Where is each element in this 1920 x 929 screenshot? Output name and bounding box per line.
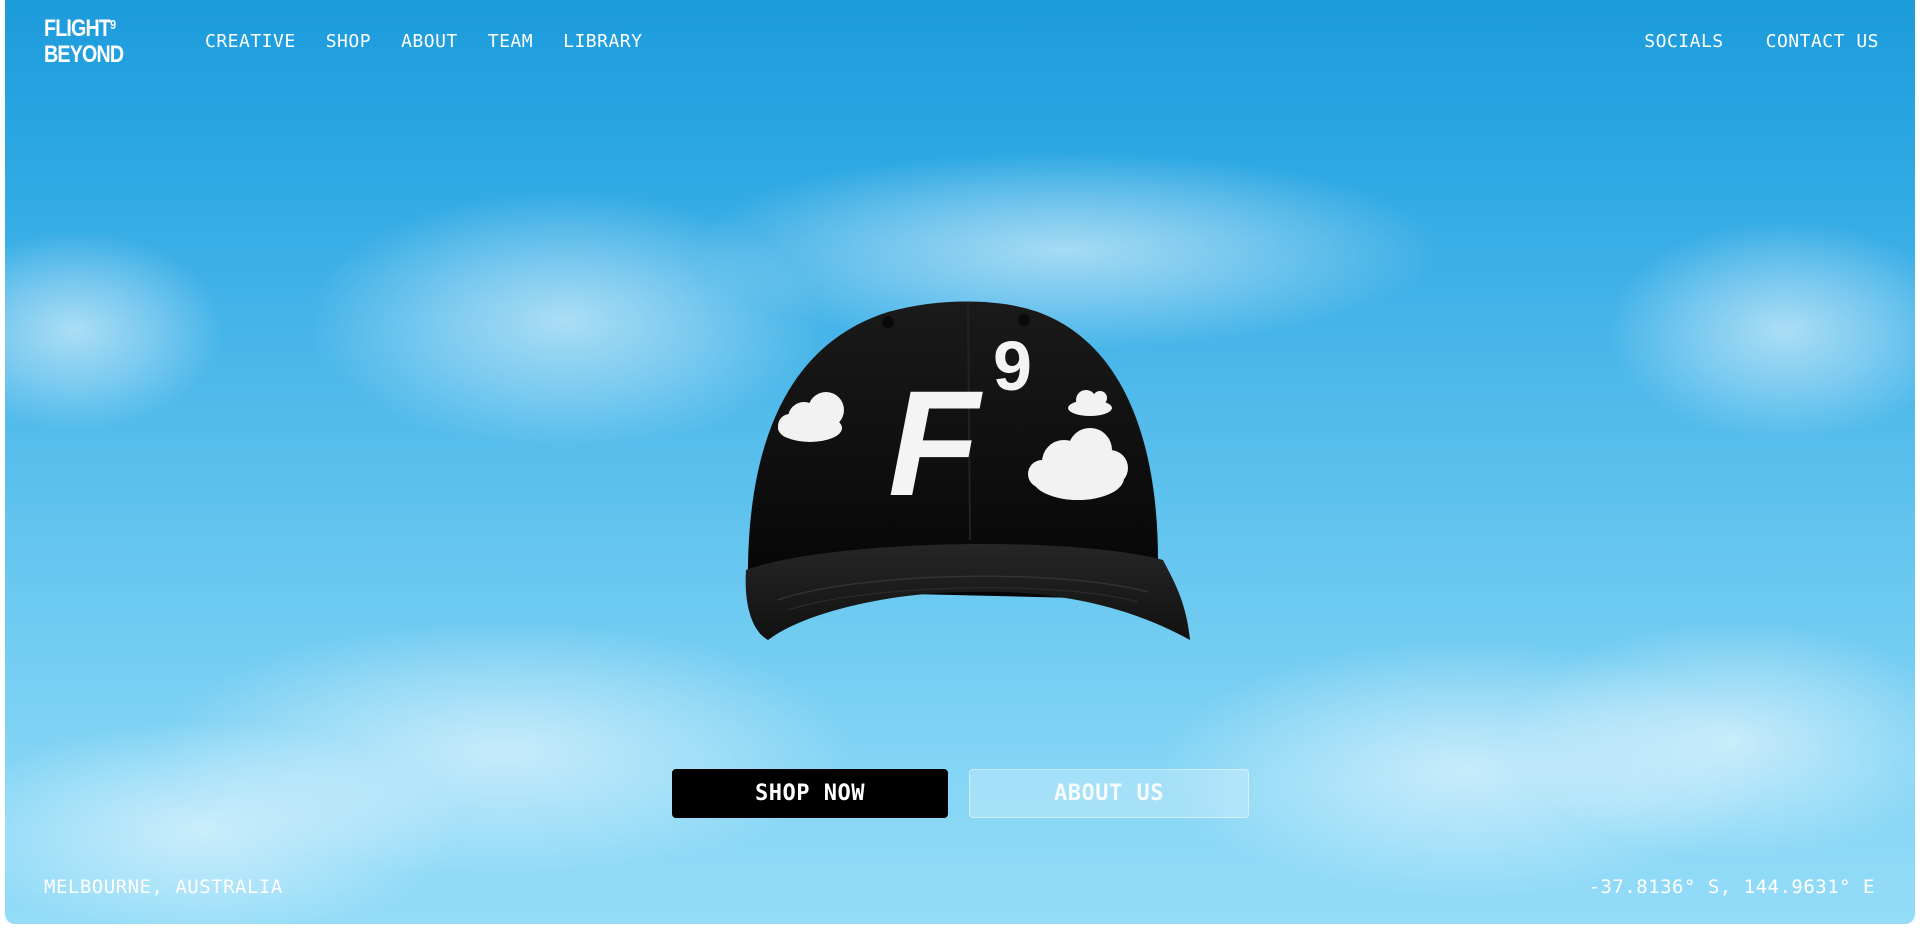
cap-logo-letter: F <box>888 359 983 527</box>
secondary-nav: SOCIALS CONTACT US <box>1644 31 1879 52</box>
nav-team[interactable]: TEAM <box>488 31 533 52</box>
nav-socials[interactable]: SOCIALS <box>1644 31 1723 52</box>
logo-superscript: 9 <box>110 17 116 32</box>
nav-about[interactable]: ABOUT <box>401 31 458 52</box>
location-label: MELBOURNE, AUSTRALIA <box>44 876 283 898</box>
nav-creative[interactable]: CREATIVE <box>205 31 296 52</box>
background-cloud <box>1505 620 1915 860</box>
background-cloud <box>5 230 225 430</box>
shop-now-button[interactable]: SHOP NOW <box>672 769 948 818</box>
cap-brim <box>745 543 1190 640</box>
coordinates-label: -37.8136° S, 144.9631° E <box>1588 876 1875 898</box>
hero-viewport: FLIGHT9 BEYOND CREATIVE SHOP ABOUT TEAM … <box>5 0 1915 924</box>
logo-text-line1: FLIGHT <box>44 15 111 42</box>
nav-contact-us[interactable]: CONTACT US <box>1766 31 1879 52</box>
nav-shop[interactable]: SHOP <box>326 31 371 52</box>
logo-text-line2: BEYOND <box>44 41 124 68</box>
cap-image: F 9 <box>745 301 1190 640</box>
cap-eyelet <box>1018 314 1030 326</box>
site-logo[interactable]: FLIGHT9 BEYOND <box>44 15 124 68</box>
cap-eyelet <box>882 316 894 328</box>
primary-nav: CREATIVE SHOP ABOUT TEAM LIBRARY <box>205 31 642 52</box>
background-cloud <box>1605 220 1915 440</box>
nav-library[interactable]: LIBRARY <box>563 31 642 52</box>
about-us-button[interactable]: ABOUT US <box>969 769 1249 818</box>
cap-logo-sup: 9 <box>993 327 1032 405</box>
